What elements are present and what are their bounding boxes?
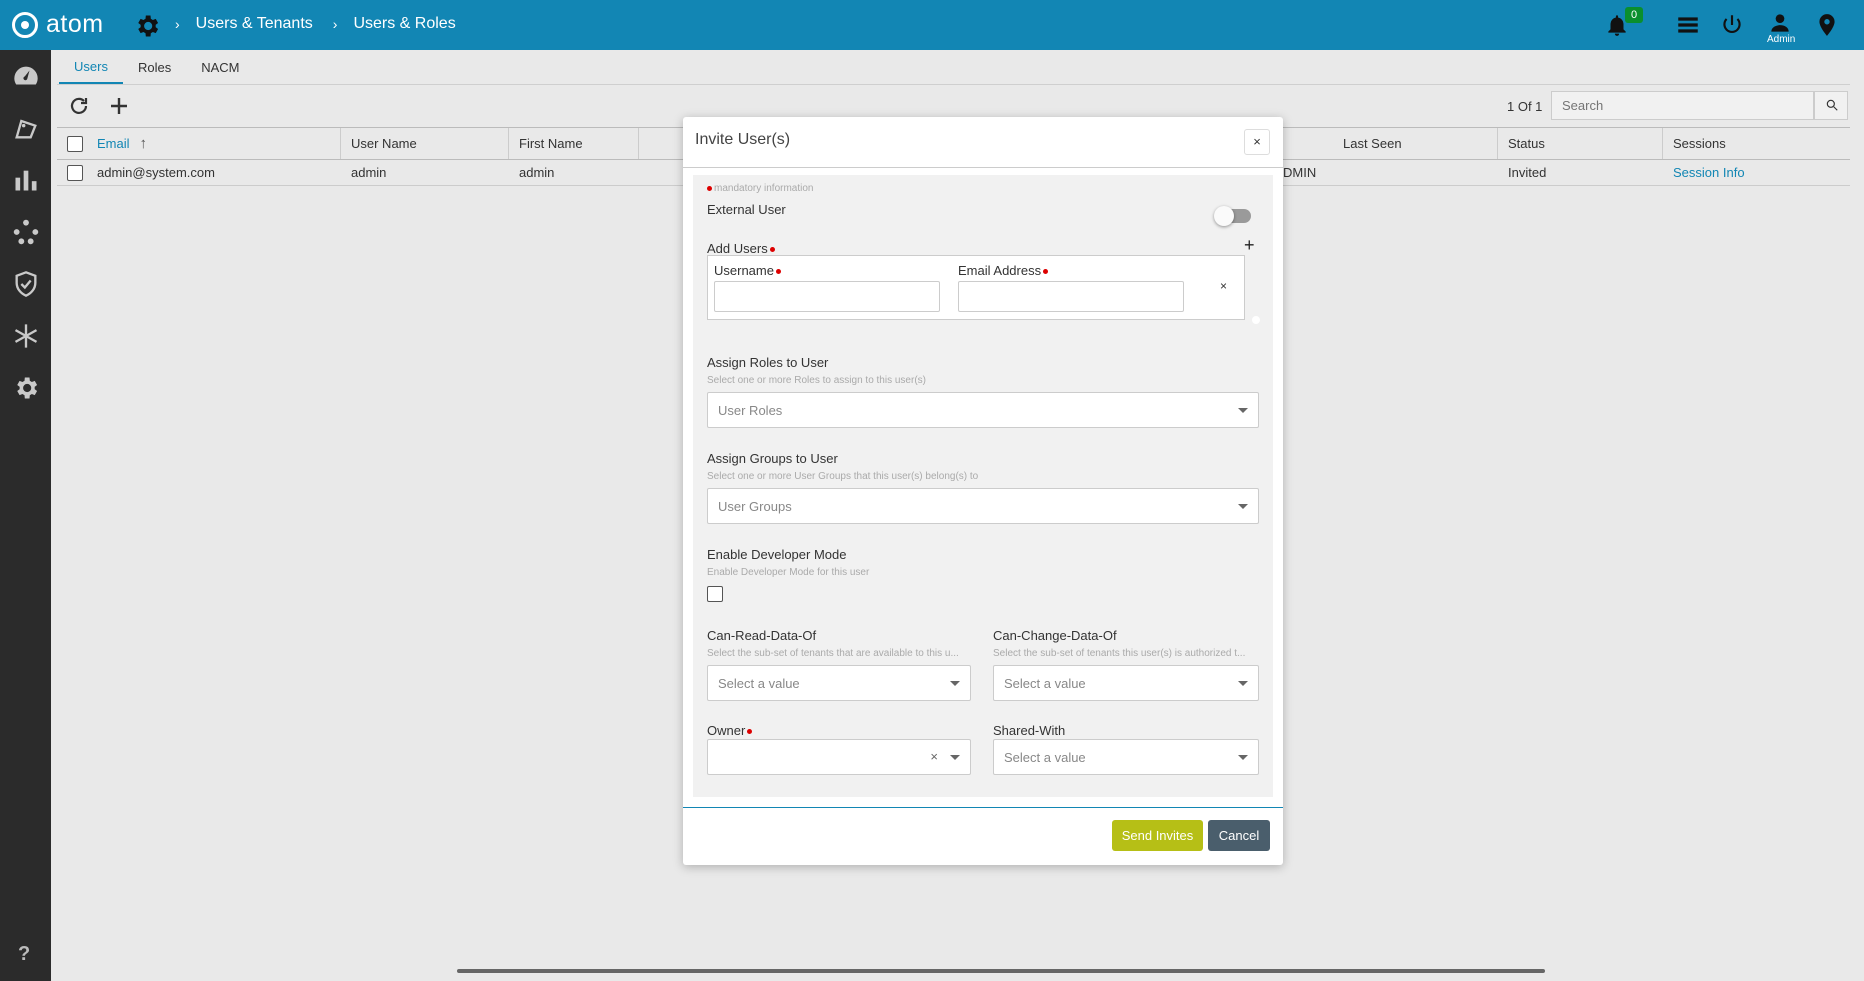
shared-with-select[interactable]: Select a value (993, 739, 1259, 775)
username-input[interactable] (714, 281, 940, 312)
clear-icon[interactable]: × (930, 749, 938, 764)
roles-help: Select one or more Roles to assign to th… (707, 375, 926, 386)
add-users-label: Add Users (707, 241, 775, 256)
send-invites-button[interactable]: Send Invites (1112, 820, 1203, 851)
can-read-help: Select the sub-set of tenants that are a… (707, 648, 959, 659)
can-change-help: Select the sub-set of tenants this user(… (993, 648, 1246, 659)
user-roles-placeholder: User Roles (718, 402, 783, 418)
required-dot-icon (1043, 269, 1049, 275)
scroll-indicator (1252, 316, 1260, 324)
owner-select[interactable]: × (707, 739, 971, 775)
chevron-down-icon (1238, 755, 1248, 760)
modal-footer-divider (683, 807, 1283, 808)
add-user-row-button[interactable]: + (1244, 235, 1255, 256)
user-entry-row: Username Email Address × (707, 255, 1245, 320)
username-label: Username (714, 263, 781, 278)
modal-title: Invite User(s) (695, 131, 791, 148)
can-read-label: Can-Read-Data-Of (707, 628, 817, 643)
can-change-label: Can-Change-Data-Of (993, 628, 1117, 643)
external-user-toggle[interactable] (1214, 206, 1251, 226)
can-read-placeholder: Select a value (718, 675, 800, 691)
groups-label: Assign Groups to User (707, 451, 838, 466)
email-label-text: Email Address (958, 263, 1042, 278)
email-label: Email Address (958, 263, 1049, 278)
chevron-down-icon (1238, 504, 1248, 509)
devmode-label: Enable Developer Mode (707, 547, 847, 562)
devmode-help: Enable Developer Mode for this user (707, 567, 870, 578)
can-change-select[interactable]: Select a value (993, 665, 1259, 701)
required-dot-icon (747, 729, 753, 735)
username-label-text: Username (714, 263, 774, 278)
mandatory-note: mandatory information (707, 183, 814, 194)
chevron-down-icon (1238, 408, 1248, 413)
can-change-placeholder: Select a value (1004, 675, 1086, 691)
can-read-select[interactable]: Select a value (707, 665, 971, 701)
roles-label: Assign Roles to User (707, 355, 829, 370)
groups-help: Select one or more User Groups that this… (707, 471, 979, 482)
external-user-label: External User (707, 202, 786, 217)
mandatory-text: mandatory information (714, 183, 814, 194)
shared-with-label: Shared-With (993, 723, 1066, 738)
user-groups-select[interactable]: User Groups (707, 488, 1259, 524)
user-roles-select[interactable]: User Roles (707, 392, 1259, 428)
owner-label-text: Owner (707, 723, 746, 738)
developer-mode-checkbox[interactable] (707, 586, 723, 602)
invite-users-modal: Invite User(s) × mandatory information E… (683, 117, 1283, 865)
email-input[interactable] (958, 281, 1184, 312)
shared-with-placeholder: Select a value (1004, 749, 1086, 765)
chevron-down-icon (950, 681, 960, 686)
required-dot-icon (775, 269, 781, 275)
required-dot-icon (769, 247, 775, 253)
owner-label: Owner (707, 723, 753, 738)
user-groups-placeholder: User Groups (718, 498, 792, 514)
modal-body: mandatory information External User Add … (693, 175, 1273, 797)
add-users-text: Add Users (707, 241, 768, 256)
close-icon[interactable]: × (1244, 129, 1270, 155)
cancel-button[interactable]: Cancel (1208, 820, 1270, 851)
chevron-down-icon (950, 755, 960, 760)
required-dot-icon (707, 185, 712, 191)
chevron-down-icon (1238, 681, 1248, 686)
remove-user-row-icon[interactable]: × (1220, 279, 1227, 293)
modal-divider (683, 167, 1283, 168)
